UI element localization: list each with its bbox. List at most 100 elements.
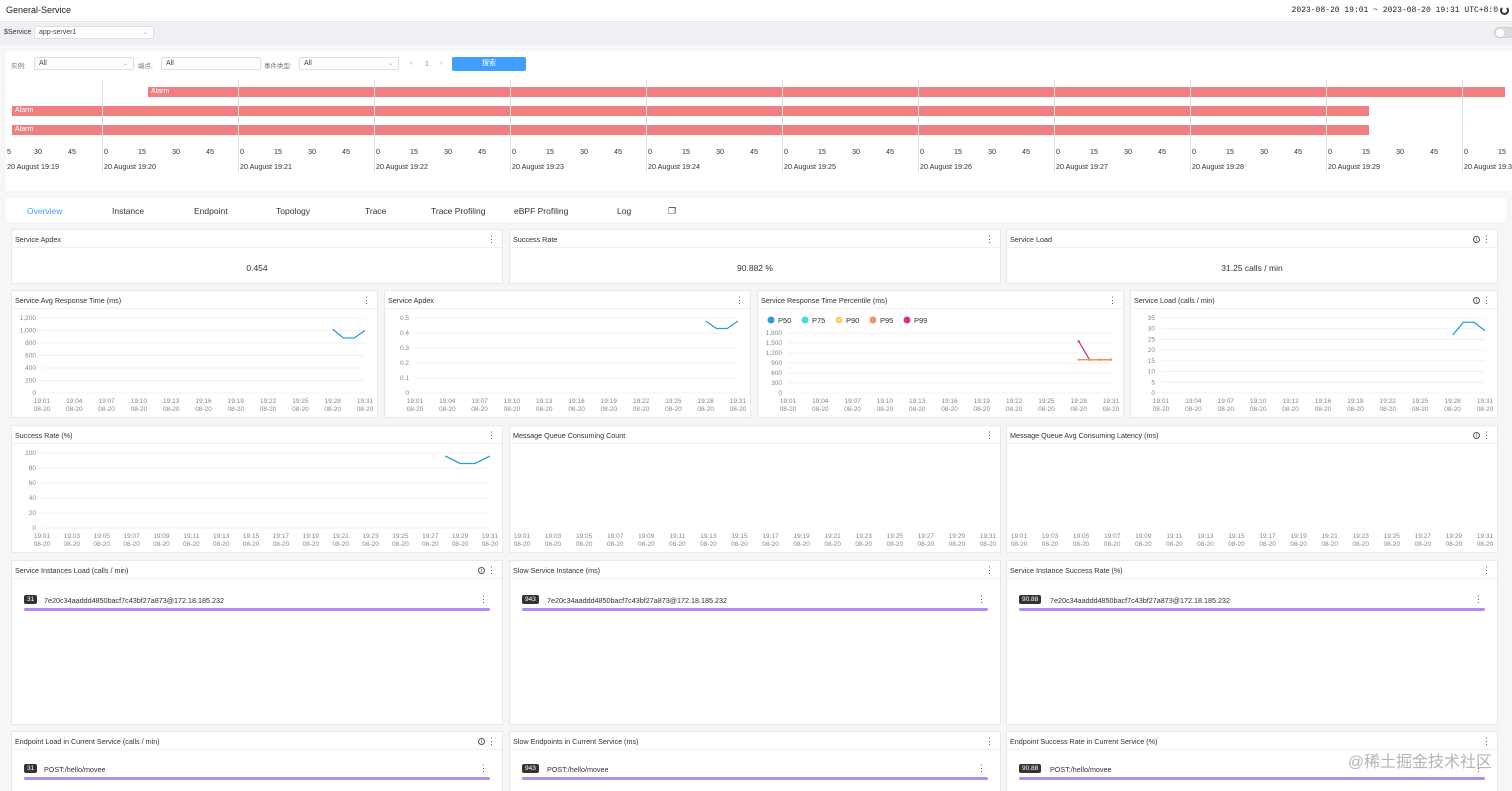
timeline-time-label: 20 August 19:3 [1464,162,1512,171]
toggle-switch[interactable] [1494,27,1512,38]
more-icon[interactable]: ⋮ [985,737,994,746]
more-icon[interactable]: ⋮ [1482,566,1491,575]
timeline-time-label: 20 August 19:19 [7,162,59,171]
event-type-select[interactable]: All ⌄ [299,57,399,70]
info-icon[interactable]: i [478,567,485,574]
x-tick-label: 19:21 [333,533,350,540]
more-icon[interactable]: ⋮ [487,431,496,440]
x-tick-label: 19:05 [576,533,593,540]
x-tick-label: 19:10 [1250,398,1267,405]
search-button[interactable]: 搜索 [452,57,526,71]
more-icon[interactable]: ⋮ [977,763,986,774]
refresh-icon[interactable] [1500,6,1509,15]
series-line [705,320,739,330]
more-icon[interactable]: ⋮ [1482,737,1491,746]
x-tick-label: 19:19 [601,398,618,405]
more-icon[interactable]: ⋮ [1482,235,1491,244]
x-tick-label: 19:22 [1380,398,1397,405]
timeline-tick-label: 5 [7,147,11,156]
y-tick-label: 0.4 [400,330,409,337]
timeline-time-label: 20 August 19:22 [376,162,428,171]
x-tick-date: 08-20 [1011,541,1028,548]
tab-ebpf-profiling[interactable]: eBPF Profiling [514,206,568,216]
chart-service-apdex: Service Apdex ⋮ 0 0.1 0.2 0.3 0.4 0.5 19:01 08-… [384,290,751,418]
timeline-tick-label: 0 [1192,147,1196,156]
timeline-tick-label: 30 [308,147,316,156]
alarm-event-bar[interactable]: Alarm [12,106,1369,116]
chevron-down-icon: ⌄ [122,61,128,67]
card-value: 90.882 % [737,263,773,273]
instance-filter-select[interactable]: All ⌄ [34,57,134,70]
more-icon[interactable]: ⋮ [487,566,496,575]
copy-icon[interactable]: ❐ [668,206,676,217]
more-icon[interactable]: ⋮ [487,737,496,746]
info-icon[interactable]: i [1473,236,1480,243]
more-icon[interactable]: ⋮ [985,235,994,244]
more-icon[interactable]: ⋮ [985,566,994,575]
x-tick-label: 19:29 [1446,533,1463,540]
endpoint-filter-input[interactable]: All [161,57,261,70]
list-item[interactable]: 90.88 7e20c34aaddd4850bacf7c43bf27a873@1… [1019,594,1485,611]
timeline-tick-label: 0 [648,147,652,156]
next-page-icon[interactable]: › [440,60,442,67]
tab-overview[interactable]: Overview [27,206,62,216]
timeline-tick-label: 15 [138,147,146,156]
timeline-tick-label: 30 [580,147,588,156]
tab-trace-profiling[interactable]: Trace Profiling [431,206,485,216]
x-tick-date: 08-20 [730,406,747,413]
info-icon[interactable]: i [1473,297,1480,304]
timeline-tick-label: 0 [1056,147,1060,156]
more-icon[interactable]: ⋮ [479,594,488,605]
x-tick-label: 19:10 [877,398,894,405]
more-icon[interactable]: ⋮ [1474,594,1483,605]
x-tick-date: 08-20 [1347,406,1364,413]
info-icon[interactable]: i [478,738,485,745]
prev-page-icon[interactable]: ‹ [410,60,412,67]
more-icon[interactable]: ⋮ [985,431,994,440]
event-timeline[interactable]: Alarm Alarm Alarm 5 30 45 0 15 30 45 0 15 30 45 0 15 30 4… [6,80,1512,175]
timeline-tick-label: 30 [444,147,452,156]
x-tick-date: 08-20 [357,406,374,413]
x-tick-label: 19:03 [545,533,562,540]
tab-log[interactable]: Log [617,206,631,216]
more-icon[interactable]: ⋮ [735,296,744,305]
timeline-time-label: 20 August 19:25 [784,162,836,171]
more-icon[interactable]: ⋮ [362,296,371,305]
tab-instance[interactable]: Instance [112,206,144,216]
more-icon[interactable]: ⋮ [1482,296,1491,305]
service-select[interactable]: app-server1 ⌄ [34,26,154,39]
more-icon[interactable]: ⋮ [1482,431,1491,440]
list-item[interactable]: 31 POST:/hello/movee ⋮ [24,763,490,780]
card-service-load: Service Load i ⋮ 31.25 calls / min [1006,229,1498,284]
list-item[interactable]: 31 7e20c34aaddd4850bacf7c43bf27a873@172.… [24,594,490,611]
alarm-event-bar[interactable]: Alarm [12,125,1369,135]
tab-trace[interactable]: Trace [365,206,386,216]
timeline-tick-label: 30 [172,147,180,156]
y-tick-label: 0.5 [400,315,409,322]
x-tick-date: 08-20 [918,541,935,548]
list-item[interactable]: 943 7e20c34aaddd4850bacf7c43bf27a873@172… [522,594,988,611]
x-tick-date: 08-20 [1315,406,1332,413]
x-tick-label: 19:31 [482,533,499,540]
x-tick-date: 08-20 [949,541,966,548]
chevron-down-icon: ⌄ [142,30,148,36]
time-range-picker[interactable]: 2023-08-20 19:01 ~ 2023-08-20 19:31 UTC+… [1292,6,1498,15]
value-bar [522,777,988,780]
more-icon[interactable]: ⋮ [977,594,986,605]
tab-topology[interactable]: Topology [276,206,310,216]
list-item[interactable]: 943 POST:/hello/movee ⋮ [522,763,988,780]
tab-endpoint[interactable]: Endpoint [194,206,228,216]
card-slow-instance: Slow Service Instance (ms) ⋮ 943 7e20c34… [509,560,1001,725]
alarm-event-bar[interactable]: Alarm [148,87,1505,97]
page-number[interactable]: 1 [425,61,429,68]
more-icon[interactable]: ⋮ [487,235,496,244]
y-tick-label: 20 [29,510,37,517]
x-tick-label: 19:28 [325,398,342,405]
x-tick-label: 19:07 [471,398,488,405]
x-tick-label: 19:22 [1006,398,1023,405]
info-icon[interactable]: i [1473,432,1480,439]
x-tick-date: 08-20 [607,541,624,548]
more-icon[interactable]: ⋮ [1108,296,1117,305]
more-icon[interactable]: ⋮ [479,763,488,774]
chevron-down-icon: ⌄ [387,61,393,67]
